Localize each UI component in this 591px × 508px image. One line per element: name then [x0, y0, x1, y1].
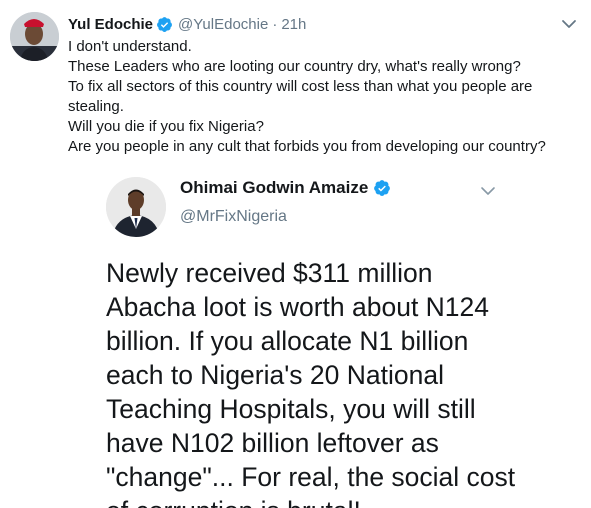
quoted-line: billion. If you allocate N1 billion [106, 326, 469, 356]
tweet-header: Yul Edochie @YulEdochie · 21h [68, 13, 306, 35]
quoted-line: Newly received $311 million [106, 258, 433, 288]
tweet-text: I don't understand. These Leaders who ar… [68, 37, 578, 157]
tweet-line: I don't understand. [68, 38, 192, 55]
quoted-tweet-image[interactable]: Ohimai Godwin Amaize @MrFixNigeria Newly… [68, 163, 574, 508]
verified-badge-icon [157, 16, 172, 32]
quoted-display-name: Ohimai Godwin Amaize [180, 178, 369, 197]
quoted-line: Abacha loot is worth about N124 [106, 292, 490, 322]
quoted-line: have N102 billion leftover as [106, 428, 439, 458]
display-name[interactable]: Yul Edochie [68, 16, 153, 33]
tweet-line: Are you people in any cult that forbids … [68, 138, 546, 155]
separator-dot: · [272, 15, 278, 33]
tweet-line: These Leaders who are looting our countr… [68, 58, 521, 75]
quoted-header: Ohimai Godwin Amaize [180, 178, 391, 198]
tweet-line: To fix all sectors of this country will … [68, 78, 533, 95]
tweet: Yul Edochie @YulEdochie · 21h I don't un… [0, 0, 591, 508]
quoted-line: each to Nigeria's 20 National [106, 360, 444, 390]
handle[interactable]: @YulEdochie [178, 16, 268, 33]
quoted-text: Newly received $311 million Abacha loot … [106, 256, 574, 508]
quoted-line: "change"... For real, the social cost [106, 462, 516, 492]
avatar[interactable] [10, 12, 59, 61]
timestamp[interactable]: 21h [281, 16, 306, 33]
verified-badge-icon [374, 180, 391, 196]
quoted-handle: @MrFixNigeria [180, 208, 287, 225]
tweet-line: Will you die if you fix Nigeria? [68, 118, 264, 135]
chevron-down-icon[interactable] [559, 14, 579, 34]
quoted-avatar [106, 177, 166, 237]
quoted-line: Teaching Hospitals, you will still [106, 394, 476, 424]
chevron-down-icon [481, 187, 495, 195]
quoted-line: of corruption is brutal! [106, 494, 574, 508]
tweet-line: stealing. [68, 98, 124, 115]
